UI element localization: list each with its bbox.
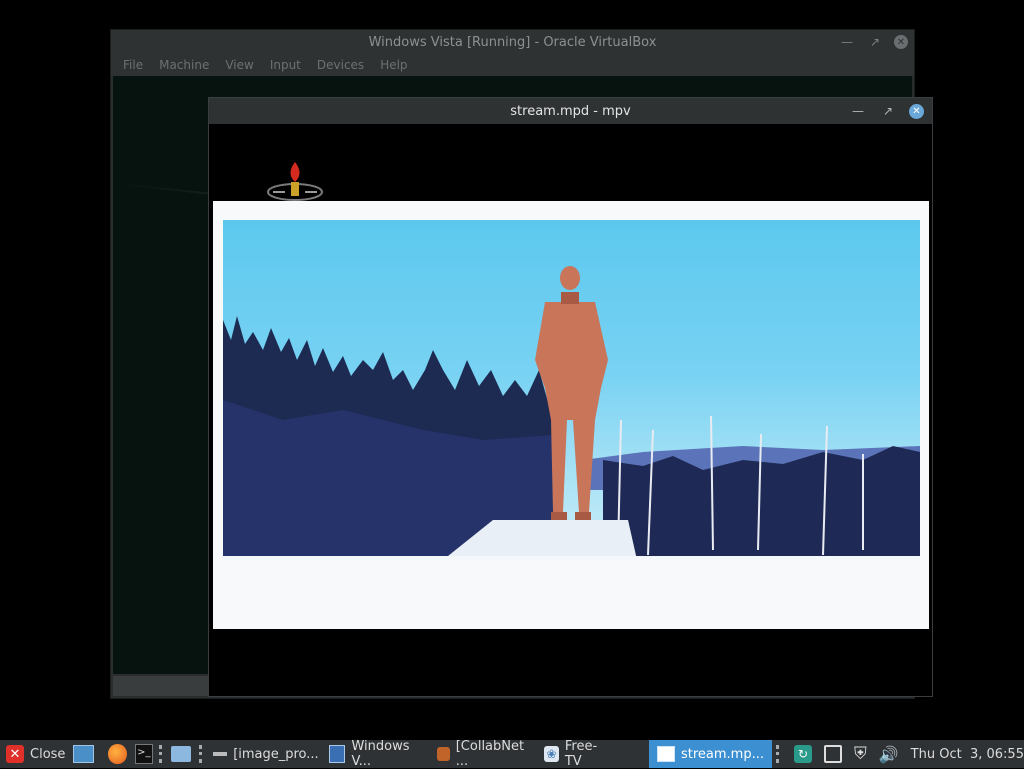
menu-input[interactable]: Input bbox=[270, 58, 301, 72]
virtualbox-menubar: File Machine View Input Devices Help bbox=[111, 54, 914, 76]
window-list-icon[interactable] bbox=[824, 745, 842, 763]
update-icon[interactable]: ↻ bbox=[794, 745, 812, 763]
clock[interactable]: Thu Oct 3, 06:55 bbox=[911, 747, 1024, 762]
app-icon bbox=[436, 747, 450, 761]
channel-logo-icon bbox=[267, 162, 323, 201]
task-label: [CollabNet ... bbox=[455, 739, 525, 769]
task-label: stream.mp... bbox=[680, 746, 764, 762]
window-icon bbox=[213, 752, 228, 756]
maximize-icon[interactable]: ↗ bbox=[879, 102, 897, 120]
mpv-title: stream.mpd - mpv bbox=[510, 103, 631, 119]
menu-devices[interactable]: Devices bbox=[317, 58, 364, 72]
terminal-icon[interactable]: >_ bbox=[134, 744, 154, 764]
task-label: [image_pro... bbox=[233, 746, 319, 762]
show-desktop-icon[interactable] bbox=[73, 745, 94, 763]
menu-machine[interactable]: Machine bbox=[159, 58, 209, 72]
close-button[interactable]: ✕ Close bbox=[0, 745, 65, 763]
virtualbox-icon bbox=[328, 745, 346, 763]
task-windows-vista[interactable]: Windows V... bbox=[328, 739, 427, 769]
task-collabnet[interactable]: [CollabNet ... bbox=[436, 739, 534, 769]
close-icon: ✕ bbox=[6, 745, 24, 763]
system-tray: ↻ ⛨ 🔊 Thu Oct 3, 06:55 bbox=[776, 744, 1024, 764]
virtualbox-titlebar[interactable]: Windows Vista [Running] - Oracle Virtual… bbox=[111, 30, 914, 54]
files-icon[interactable] bbox=[171, 746, 192, 762]
task-stream-mpv[interactable]: stream.mp... bbox=[648, 740, 772, 768]
minimize-icon[interactable]: — bbox=[838, 33, 856, 51]
task-free-tv[interactable]: ❀ Free-TV bbox=[544, 739, 609, 769]
menu-help[interactable]: Help bbox=[380, 58, 407, 72]
virtualbox-title: Windows Vista [Running] - Oracle Virtual… bbox=[368, 34, 657, 50]
volume-icon[interactable]: 🔊 bbox=[879, 745, 899, 764]
video-area[interactable] bbox=[209, 124, 932, 696]
taskbar-separator bbox=[159, 745, 165, 763]
task-image-pro[interactable]: [image_pro... bbox=[213, 747, 319, 762]
close-label: Close bbox=[30, 746, 66, 762]
minimize-icon[interactable]: — bbox=[849, 102, 867, 120]
video-frame bbox=[213, 201, 929, 629]
video-image bbox=[223, 266, 920, 560]
firefox-icon[interactable] bbox=[107, 744, 127, 764]
maximize-icon[interactable]: ↗ bbox=[866, 33, 884, 51]
taskbar-separator bbox=[776, 745, 782, 763]
close-icon[interactable]: ✕ bbox=[894, 35, 908, 49]
video-scene bbox=[223, 220, 920, 560]
mpv-window[interactable]: stream.mpd - mpv — ↗ ✕ bbox=[208, 97, 933, 697]
mpv-icon bbox=[656, 746, 675, 762]
taskbar-separator bbox=[199, 745, 205, 763]
shield-icon[interactable]: ⛨ bbox=[854, 744, 867, 764]
mpv-titlebar[interactable]: stream.mpd - mpv — ↗ ✕ bbox=[209, 98, 932, 124]
close-icon[interactable]: ✕ bbox=[909, 103, 924, 119]
tv-icon: ❀ bbox=[544, 746, 559, 762]
menu-file[interactable]: File bbox=[123, 58, 143, 72]
task-label: Free-TV bbox=[564, 739, 598, 769]
menu-view[interactable]: View bbox=[225, 58, 253, 72]
taskbar: ✕ Close >_ [image_pro... Windows V... [C… bbox=[0, 739, 1024, 769]
task-label: Windows V... bbox=[351, 739, 410, 769]
